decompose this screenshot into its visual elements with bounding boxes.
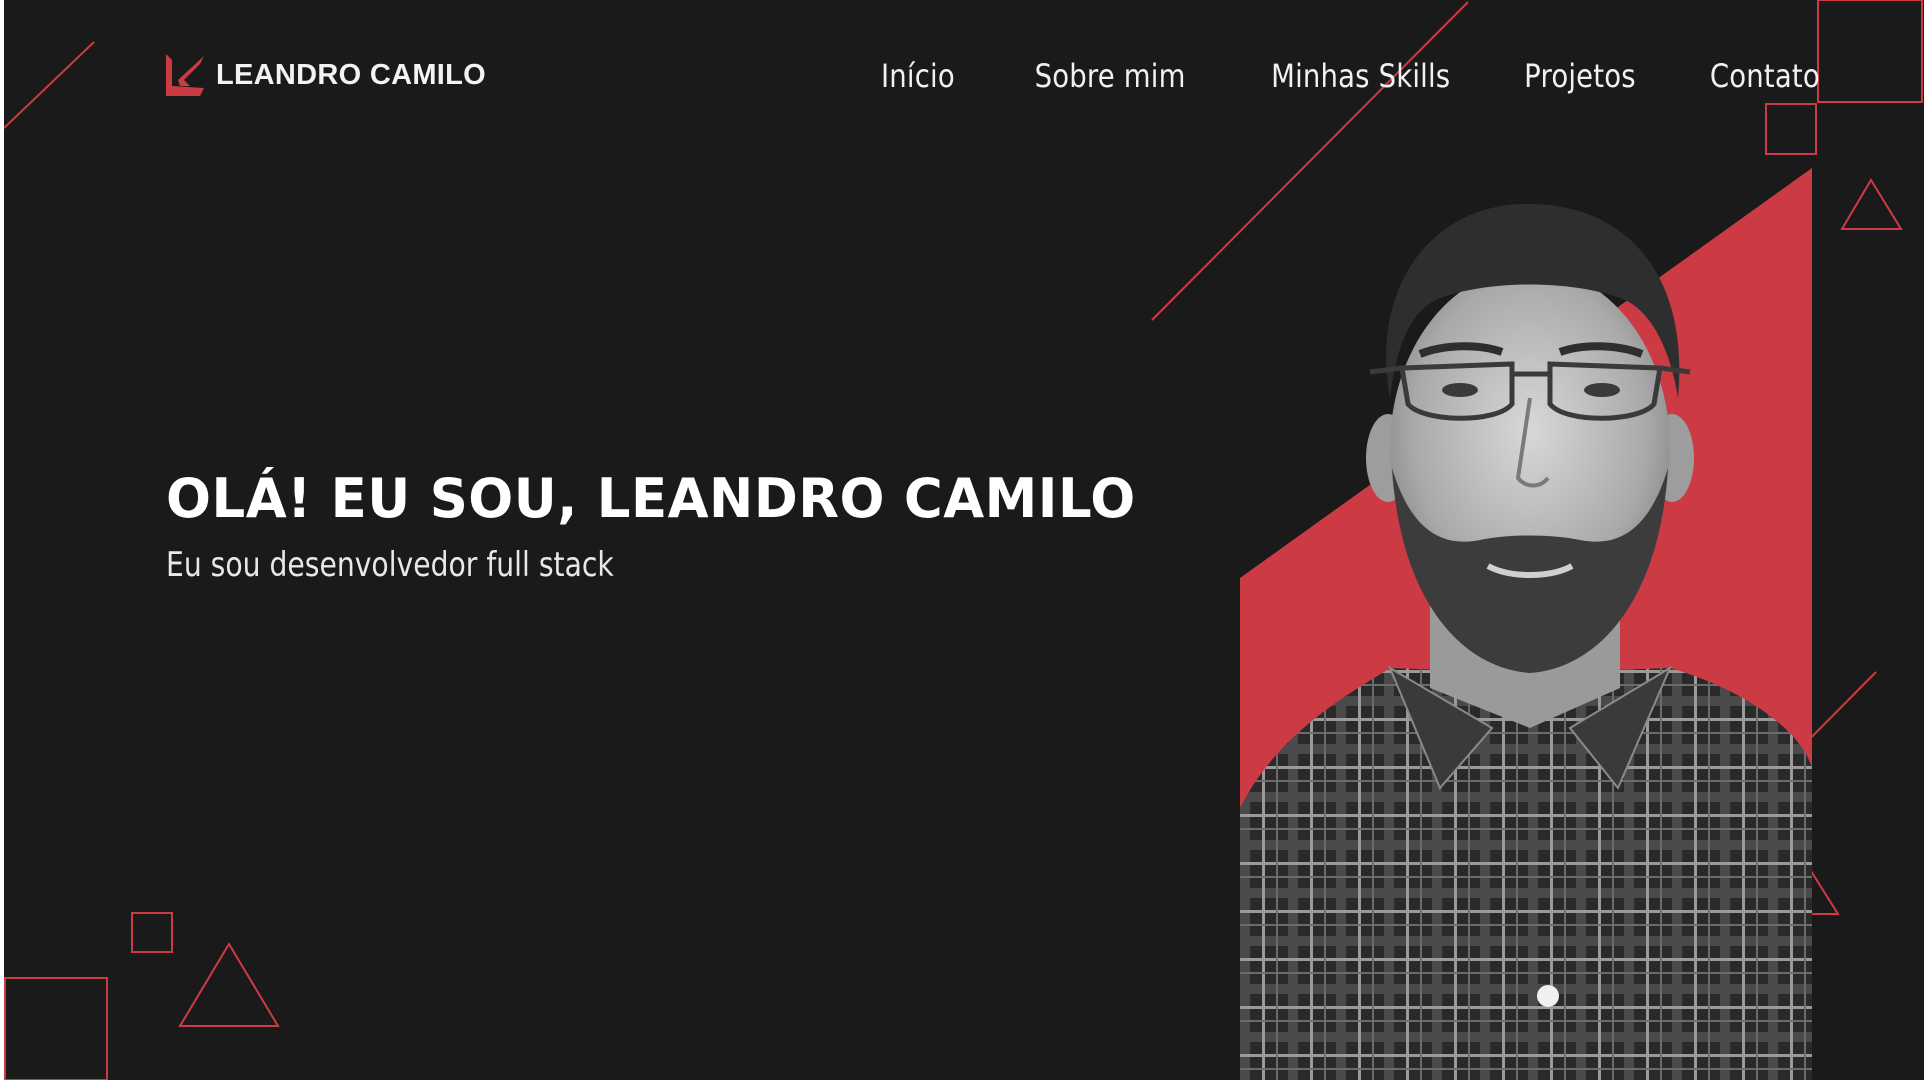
nav-link-minhas-skills[interactable]: Minhas Skills — [1271, 57, 1450, 95]
hero-title: OLÁ! EU SOU, LEANDRO CAMILO — [166, 467, 1136, 530]
portrait-shirt — [1240, 668, 1812, 1080]
deco-square-bottom-left-large — [4, 977, 108, 1080]
deco-triangle-bottom-left — [178, 942, 280, 1027]
hero-subtitle: Eu sou desenvolvedor full stack — [166, 545, 614, 585]
deco-square-top-right-large — [1817, 0, 1923, 103]
deco-square-bottom-left-small — [131, 912, 173, 953]
nav-link-contato[interactable]: Contato — [1710, 57, 1820, 95]
profile-portrait — [1240, 168, 1812, 1080]
brand-logo[interactable]: LEANDRO CAMILO — [164, 50, 486, 100]
deco-line-top-left — [4, 41, 95, 129]
nav-link-inicio[interactable]: Início — [881, 57, 955, 95]
main-nav: Início Sobre mim Minhas Skills Projetos … — [813, 50, 1820, 102]
stylized-k-logo-icon — [166, 54, 204, 96]
nav-link-sobre-mim[interactable]: Sobre mim — [1035, 57, 1186, 95]
deco-square-top-right-small — [1765, 103, 1817, 155]
brand-name: LEANDRO CAMILO — [216, 58, 487, 91]
nav-link-projetos[interactable]: Projetos — [1525, 57, 1637, 95]
home-page: LEANDRO CAMILO Início Sobre mim Minhas S… — [4, 0, 1924, 1080]
deco-triangle-top-right — [1840, 178, 1903, 230]
